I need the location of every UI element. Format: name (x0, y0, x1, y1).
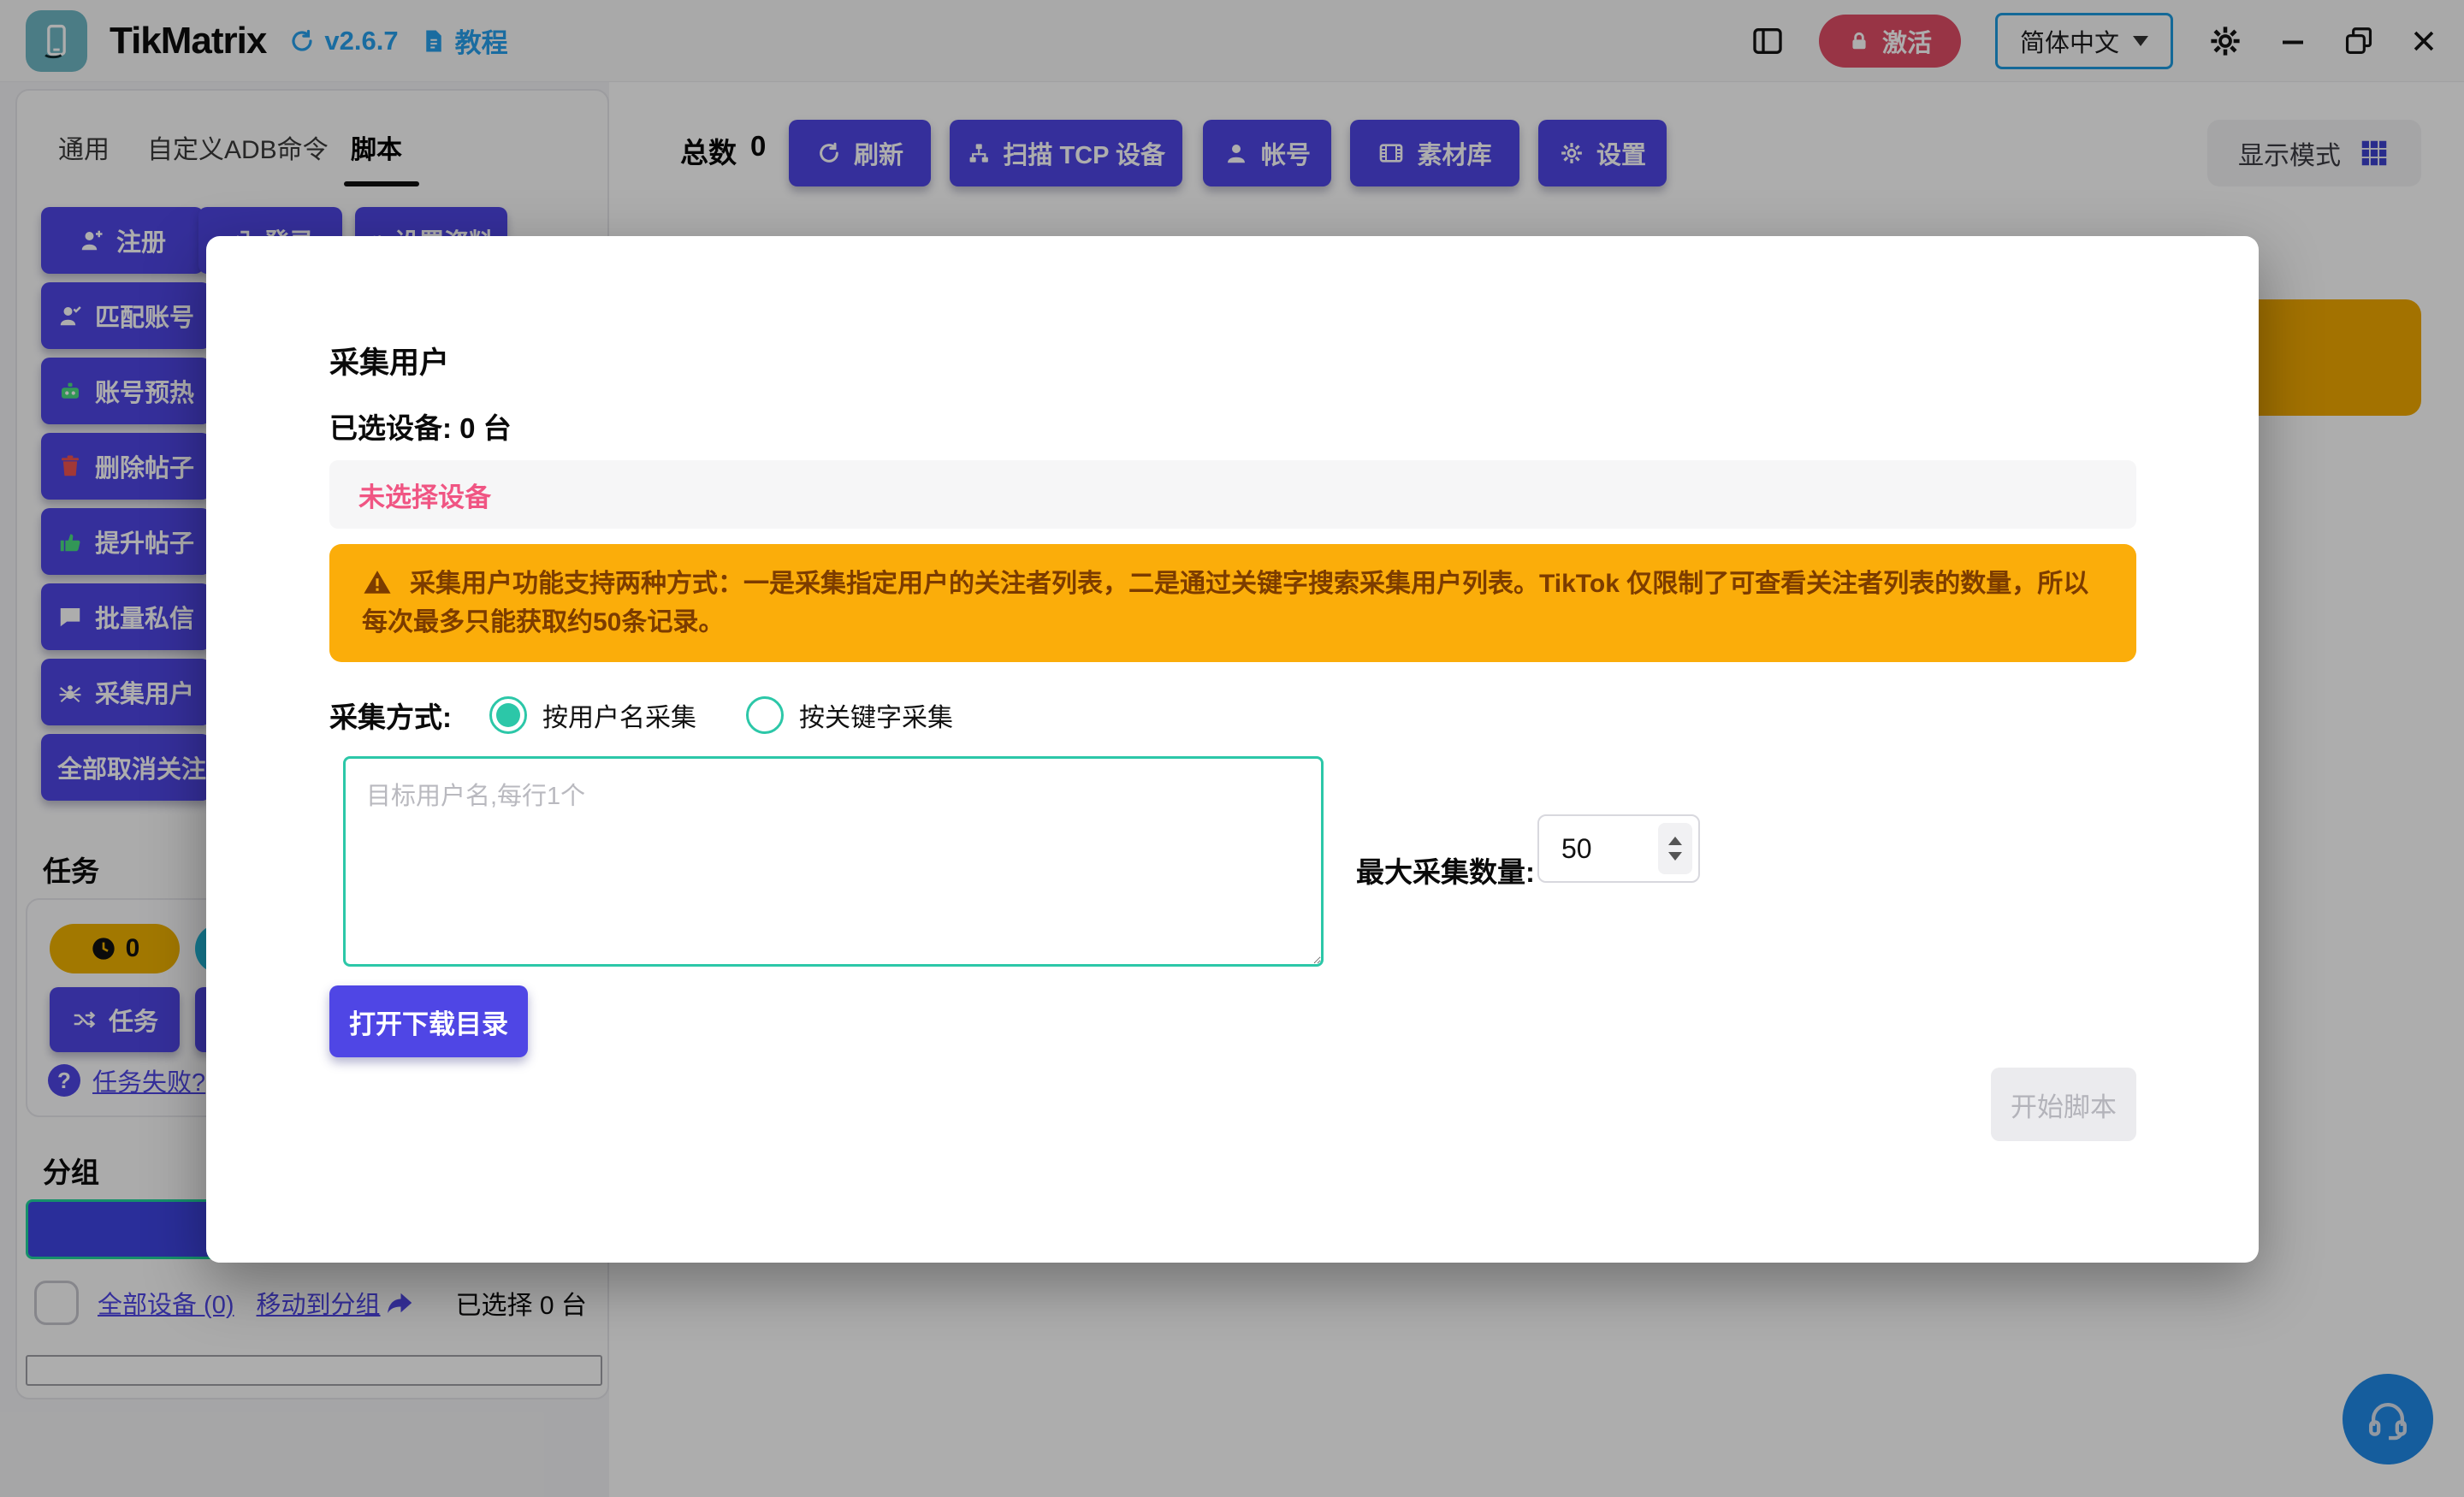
radio-by-keyword-label: 按关键字采集 (799, 696, 953, 734)
start-script-button[interactable]: 开始脚本 (1991, 1068, 2136, 1141)
radio-selected-icon (489, 696, 527, 734)
radio-by-keyword[interactable]: 按关键字采集 (746, 696, 953, 734)
max-count-stepper (1537, 814, 1700, 883)
method-label: 采集方式: (329, 695, 452, 736)
radio-unselected-icon (746, 696, 784, 734)
collect-method-row: 采集方式: 按用户名采集 按关键字采集 (329, 695, 1003, 736)
no-device-text: 未选择设备 (358, 476, 491, 514)
stepper-up-icon[interactable] (1668, 837, 1682, 845)
selected-devices-label: 已选设备: 0 台 (329, 405, 512, 447)
scrape-users-modal: 采集用户 已选设备: 0 台 未选择设备 采集用户功能支持两种方式：一是采集指定… (206, 236, 2259, 1263)
warning-banner: 采集用户功能支持两种方式：一是采集指定用户的关注者列表，二是通过关键字搜索采集用… (329, 544, 2136, 662)
open-download-dir-button[interactable]: 打开下载目录 (329, 985, 528, 1057)
device-panel: 未选择设备 (329, 460, 2136, 529)
max-count-label: 最大采集数量: (1356, 849, 1535, 891)
modal-title: 采集用户 (329, 339, 449, 382)
radio-by-username[interactable]: 按用户名采集 (489, 696, 696, 734)
radio-by-username-label: 按用户名采集 (542, 696, 696, 734)
stepper-down-icon[interactable] (1668, 852, 1682, 861)
warning-triangle-icon (362, 568, 393, 597)
stepper-arrows[interactable] (1658, 823, 1692, 874)
warning-text: 采集用户功能支持两种方式：一是采集指定用户的关注者列表，二是通过关键字搜索采集用… (362, 570, 2088, 636)
target-usernames-input[interactable] (343, 756, 1324, 967)
tikmatrix-window: TikMatrix v2.6.7 教程 (0, 0, 2464, 1497)
